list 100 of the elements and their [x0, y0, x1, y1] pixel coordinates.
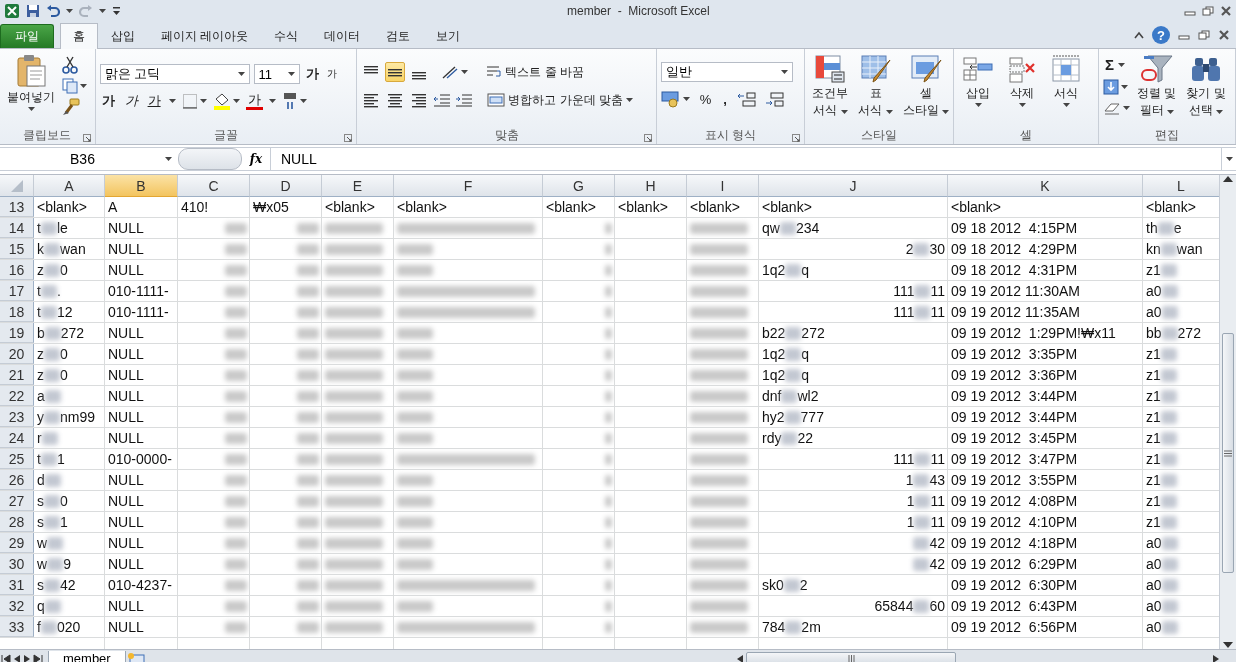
conditional-format-icon[interactable] [814, 54, 847, 84]
insert-function-button[interactable]: fx [242, 152, 270, 166]
style-button[interactable]: 표 서식 [855, 52, 896, 126]
format-cells-icon[interactable] [1050, 54, 1083, 84]
cut-icon[interactable] [62, 56, 78, 74]
undo-icon[interactable] [46, 4, 60, 18]
align-right-icon[interactable] [411, 92, 428, 108]
underline-button[interactable]: 가 [145, 92, 163, 110]
shrink-font-button[interactable]: 가 [324, 67, 339, 81]
first-sheet-icon[interactable] [0, 653, 12, 662]
caret-icon[interactable] [1225, 157, 1233, 161]
orientation-icon[interactable] [441, 64, 460, 80]
column-header[interactable]: A [34, 175, 105, 197]
row-header[interactable]: 18 [0, 302, 34, 322]
currency-icon[interactable] [660, 90, 681, 108]
next-sheet-icon[interactable] [22, 653, 32, 662]
row-header[interactable]: 27 [0, 491, 34, 511]
row-header[interactable]: 25 [0, 449, 34, 469]
insert-cells-icon[interactable] [962, 54, 995, 84]
collapse-ribbon-icon[interactable] [1134, 31, 1144, 39]
horizontal-scroll-thumb[interactable] [746, 652, 956, 662]
row-header[interactable]: 24 [0, 428, 34, 448]
cells-button[interactable]: 서식 [1046, 52, 1087, 126]
vertical-scrollbar[interactable] [1219, 175, 1236, 649]
row-header[interactable]: 32 [0, 596, 34, 616]
center-icon[interactable] [387, 92, 404, 108]
close-icon[interactable] [1220, 6, 1232, 16]
grip-icon[interactable] [1224, 449, 1232, 457]
fill-color-icon[interactable] [212, 92, 231, 110]
style-button[interactable]: 조건부 서식 [809, 52, 852, 126]
formula-input[interactable]: NULL [270, 148, 1221, 170]
scroll-up-icon[interactable] [1223, 175, 1233, 183]
caret-icon[interactable] [27, 107, 35, 111]
font-family-dropdown[interactable]: 맑은 고딕 [99, 64, 250, 84]
ribbon-tab[interactable]: 페이지 레이아웃 [148, 24, 262, 48]
caret-icon[interactable] [199, 99, 207, 103]
paste-button[interactable]: 붙여넣기 [4, 52, 58, 126]
caret-icon[interactable] [165, 157, 172, 161]
cell-style-icon[interactable] [909, 54, 942, 84]
comma-button[interactable]: , [721, 91, 729, 107]
last-sheet-icon[interactable] [32, 653, 44, 662]
ribbon-tab[interactable]: 삽입 [98, 24, 148, 48]
align-left-icon[interactable] [363, 92, 380, 108]
row-header[interactable]: 21 [0, 365, 34, 385]
decrease-indent-icon[interactable] [433, 92, 452, 108]
row-header[interactable]: 28 [0, 512, 34, 532]
eraser-icon[interactable] [1103, 101, 1122, 115]
ribbon-tab[interactable]: 데이터 [311, 24, 374, 48]
caret-icon[interactable] [1062, 103, 1070, 107]
caret-icon[interactable] [66, 9, 73, 13]
restore-icon[interactable] [1198, 30, 1210, 40]
bold-button[interactable]: 가 [99, 92, 117, 110]
column-header[interactable]: L [1143, 175, 1219, 197]
caret-icon[interactable] [840, 110, 848, 114]
number-format-dropdown[interactable]: 일반 [660, 62, 793, 82]
dialog-launcher-icon[interactable] [82, 134, 91, 142]
ribbon-tab[interactable]: 홈 [60, 23, 98, 49]
customize-toolbar-icon[interactable] [112, 6, 121, 16]
caret-icon[interactable] [287, 72, 295, 76]
row-header[interactable]: 33 [0, 617, 34, 637]
help-button[interactable]: ? [1152, 26, 1170, 44]
column-header[interactable]: J [759, 175, 948, 197]
wrap-text-button[interactable]: 텍스트 줄 바꿈 [486, 63, 585, 81]
ribbon-tab[interactable]: 파일 [0, 24, 54, 48]
caret-icon[interactable] [885, 110, 893, 114]
caret-icon[interactable] [80, 84, 87, 88]
style-button[interactable]: 셀 스타일 [899, 52, 953, 126]
row-header[interactable]: 30 [0, 554, 34, 574]
editing-button[interactable]: 찾기 및 선택 [1183, 52, 1229, 126]
row-header[interactable]: 17 [0, 281, 34, 301]
restore-icon[interactable] [1202, 6, 1214, 16]
caret-icon[interactable] [232, 99, 240, 103]
scroll-right-icon[interactable] [1212, 653, 1220, 662]
caret-icon[interactable] [1216, 110, 1224, 114]
row-header[interactable]: 14 [0, 218, 34, 238]
caret-icon[interactable] [780, 70, 788, 74]
font-color-button[interactable]: 가 [245, 92, 263, 110]
column-header[interactable]: F [394, 175, 543, 197]
ribbon-tab[interactable]: 검토 [373, 24, 424, 48]
row-header[interactable]: 31 [0, 575, 34, 595]
caret-icon[interactable] [974, 103, 982, 107]
caret-icon[interactable] [1118, 62, 1126, 67]
phonetic-guide-icon[interactable] [281, 92, 298, 110]
sheet-tab[interactable]: member [48, 650, 126, 662]
dialog-launcher-icon[interactable] [344, 134, 353, 142]
dialog-launcher-icon[interactable] [643, 134, 652, 142]
dialog-launcher-icon[interactable] [792, 134, 801, 142]
row-header[interactable]: 22 [0, 386, 34, 406]
caret-icon[interactable] [268, 99, 276, 103]
font-size-dropdown[interactable]: 11 [253, 64, 300, 84]
row-header[interactable]: 13 [0, 197, 34, 217]
column-header[interactable]: B [105, 175, 178, 197]
clipboard-icon[interactable] [15, 54, 47, 88]
name-box[interactable]: B36 [0, 151, 178, 167]
caret-icon[interactable] [299, 99, 307, 103]
scroll-left-icon[interactable] [736, 653, 744, 662]
row-header[interactable]: 23 [0, 407, 34, 427]
column-header[interactable]: I [687, 175, 759, 197]
percent-button[interactable]: % [697, 91, 714, 107]
close-icon[interactable] [1218, 30, 1230, 40]
